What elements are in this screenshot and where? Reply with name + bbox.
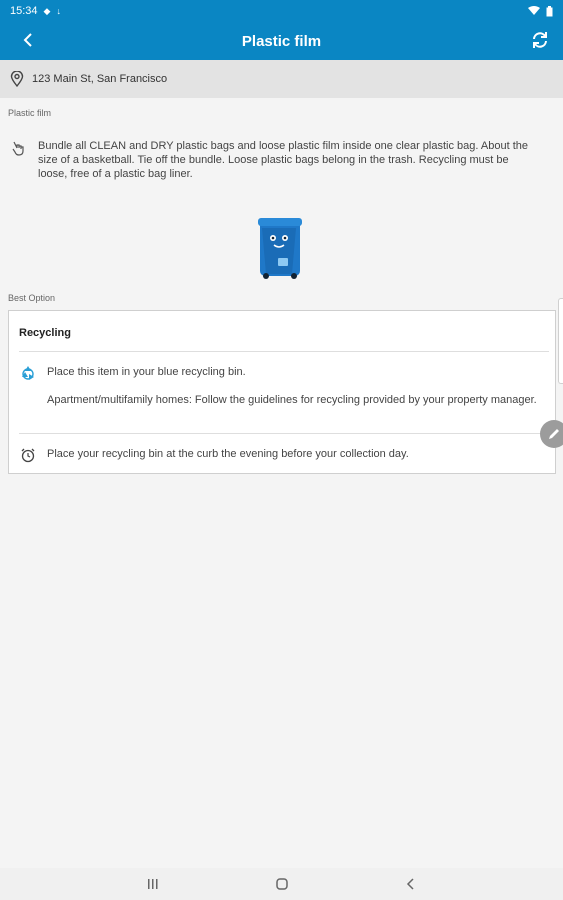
edit-button[interactable] [540, 420, 563, 448]
app-bar: Plastic film [0, 22, 563, 60]
best-option-label: Best Option [8, 293, 56, 303]
divider [19, 433, 549, 434]
best-option-card: Recycling Place this item in your blue r… [8, 310, 556, 474]
instruction-row: Place this item in your blue recycling b… [19, 365, 549, 407]
system-nav-bar [0, 868, 563, 900]
recent-apps-button[interactable] [141, 872, 165, 896]
recycle-icon [22, 366, 34, 380]
item-description: Bundle all CLEAN and DRY plastic bags an… [10, 139, 530, 181]
recent-apps-icon [147, 879, 157, 889]
item-section-label: Plastic film [8, 108, 52, 118]
schedule-row: Place your recycling bin at the curb the… [19, 447, 549, 463]
schedule-text: Place your recycling bin at the curb the… [47, 448, 409, 460]
wifi-icon [528, 6, 540, 15]
recycling-bin-image [258, 218, 302, 279]
back-arrow-icon [23, 33, 32, 47]
status-time: 15:34 [10, 5, 38, 17]
location-pin-icon [10, 71, 24, 87]
note-text: Apartment/multifamily homes: Follow the … [47, 394, 537, 406]
page-title: Plastic film [241, 32, 322, 50]
back-button[interactable] [18, 30, 38, 50]
status-bar: 15:34 ◆ ↓ [0, 0, 563, 22]
address-bar[interactable]: 123 Main St, San Francisco [0, 60, 563, 98]
home-button[interactable] [270, 872, 294, 896]
item-description-text: Bundle all CLEAN and DRY plastic bags an… [38, 140, 528, 180]
address-text: 123 Main St, San Francisco [32, 73, 168, 85]
hand-pointing-icon [12, 141, 24, 156]
instruction-text: Place this item in your blue recycling b… [47, 366, 246, 378]
side-drawer-handle[interactable] [558, 298, 563, 384]
divider [19, 351, 549, 352]
battery-icon [546, 5, 553, 16]
nav-back-button[interactable] [399, 872, 423, 896]
refresh-button[interactable] [529, 29, 551, 51]
home-icon [275, 878, 288, 890]
notification-icon: ◆ [43, 5, 51, 16]
refresh-icon [533, 32, 547, 48]
pencil-icon [549, 429, 559, 439]
card-title: Recycling [19, 327, 71, 339]
content-area: Plastic film Bundle all CLEAN and DRY pl… [0, 98, 563, 868]
alarm-clock-icon [21, 448, 35, 463]
back-icon [406, 878, 414, 890]
download-icon: ↓ [56, 6, 61, 16]
